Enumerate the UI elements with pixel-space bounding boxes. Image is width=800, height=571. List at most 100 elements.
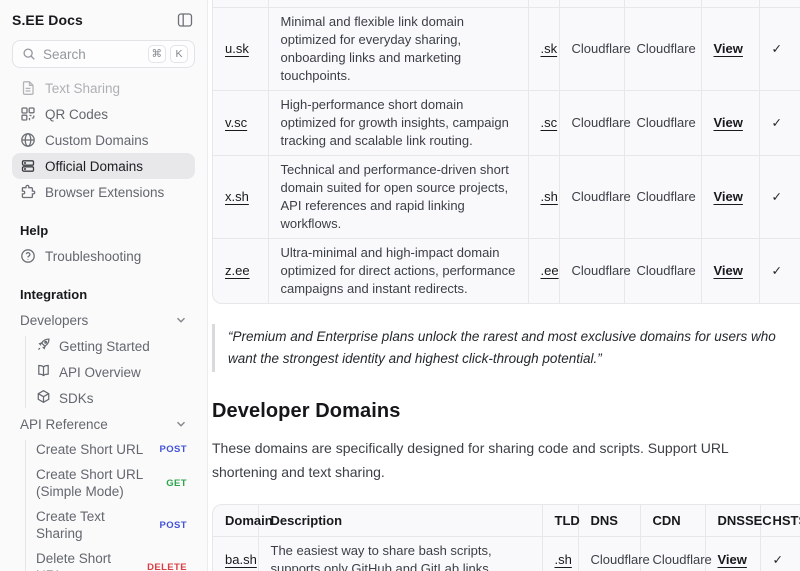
col-header-domain: Domain bbox=[213, 505, 258, 537]
tld-link[interactable]: .sc bbox=[541, 115, 558, 130]
sidebar-item-official-domains[interactable]: Official Domains bbox=[12, 153, 195, 179]
cdn-value: Cloudflare bbox=[624, 238, 701, 303]
sidebar-item-label: Text Sharing bbox=[45, 81, 120, 96]
sidebar-item-browser-extensions[interactable]: Browser Extensions bbox=[12, 179, 195, 205]
search-placeholder: Search bbox=[43, 47, 86, 62]
api-reference-group: Create Short URL POST Create Short URL (… bbox=[12, 437, 195, 571]
cdn-value: Cloudflare bbox=[624, 7, 701, 90]
domain-description: Minimal and flexible link domain optimiz… bbox=[268, 7, 528, 90]
method-badge: DELETE bbox=[147, 562, 187, 571]
section-help: Help bbox=[12, 220, 195, 240]
tld-link[interactable]: .sk bbox=[541, 41, 558, 56]
dns-value: Cloudflare bbox=[559, 238, 624, 303]
sidebar-item-delete-short-url[interactable]: Delete Short URL DELETE bbox=[28, 546, 195, 571]
hsts-check: ✓ bbox=[759, 90, 800, 155]
sidebar-item-label: API Overview bbox=[59, 364, 141, 381]
package-icon bbox=[36, 389, 51, 407]
search-input[interactable]: Search ⌘ K bbox=[12, 40, 195, 68]
domain-description: Technical and performance-driven short d… bbox=[268, 155, 528, 238]
table-header-row: Domain Description TLD DNS CDN DNSSEC HS… bbox=[213, 505, 800, 537]
domain-link[interactable]: u.sk bbox=[225, 41, 249, 56]
collapser-developers[interactable]: Developers bbox=[12, 307, 195, 333]
table-row: z.ee Ultra-minimal and high-impact domai… bbox=[213, 238, 800, 303]
sidebar-item-label: Official Domains bbox=[45, 159, 143, 174]
panel-toggle-icon bbox=[176, 11, 194, 29]
table-row: ba.sh The easiest way to share bash scri… bbox=[213, 537, 800, 571]
book-icon bbox=[36, 363, 51, 381]
sidebar-item-qr-codes[interactable]: QR Codes bbox=[12, 101, 195, 127]
col-header-dns: DNS bbox=[578, 505, 640, 537]
chevron-down-icon bbox=[175, 418, 187, 430]
search-shortcut: ⌘ K bbox=[148, 45, 189, 63]
hsts-check: ✓ bbox=[760, 537, 800, 571]
sidebar-item-getting-started[interactable]: Getting Started bbox=[28, 333, 195, 359]
dns-value: Cloudflare bbox=[559, 155, 624, 238]
sidebar-item-label: SDKs bbox=[59, 390, 94, 407]
sidebar-item-label: Create Text Sharing bbox=[36, 508, 146, 542]
dns-value: Cloudflare bbox=[578, 537, 640, 571]
tld-link[interactable]: .sh bbox=[541, 189, 558, 204]
sidebar-item-troubleshooting[interactable]: Troubleshooting bbox=[12, 243, 195, 269]
collapser-label: Developers bbox=[20, 313, 88, 328]
sidebar-toggle-button[interactable] bbox=[175, 10, 195, 30]
dnssec-view-link[interactable]: View bbox=[714, 189, 743, 204]
search-icon bbox=[22, 47, 36, 61]
domain-link[interactable]: z.ee bbox=[225, 263, 250, 278]
sidebar-item-label: Create Short URL bbox=[36, 441, 146, 458]
kbd-cmd: ⌘ bbox=[148, 45, 167, 63]
dnssec-view-link[interactable]: View bbox=[714, 41, 743, 56]
dnssec-view-link[interactable]: View bbox=[718, 552, 747, 567]
tld-link[interactable]: .ee bbox=[541, 263, 559, 278]
table-row: x.sh Technical and performance-driven sh… bbox=[213, 155, 800, 238]
method-badge: POST bbox=[160, 520, 187, 531]
kbd-k: K bbox=[170, 45, 188, 63]
domain-link[interactable]: ba.sh bbox=[225, 552, 257, 567]
table-row: v.sc High-performance short domain optim… bbox=[213, 90, 800, 155]
chevron-down-icon bbox=[175, 314, 187, 326]
domain-description: Ultra-minimal and high-impact domain opt… bbox=[268, 238, 528, 303]
cdn-value: Cloudflare bbox=[624, 90, 701, 155]
collapser-label: API Reference bbox=[20, 417, 108, 432]
tld-link[interactable]: .sh bbox=[555, 552, 572, 567]
method-badge: GET bbox=[166, 478, 187, 489]
table-row: u.sk Minimal and flexible link domain op… bbox=[213, 7, 800, 90]
sidebar-item-text-sharing[interactable]: Text Sharing bbox=[12, 75, 195, 101]
help-circle-icon bbox=[20, 248, 36, 264]
server-stack-icon bbox=[20, 158, 36, 174]
col-header-description: Description bbox=[258, 505, 542, 537]
dnssec-view-link[interactable]: View bbox=[714, 263, 743, 278]
sidebar-item-create-text-sharing[interactable]: Create Text Sharing POST bbox=[28, 504, 195, 546]
hsts-check: ✓ bbox=[759, 238, 800, 303]
dnssec-view-link[interactable]: View bbox=[714, 115, 743, 130]
sidebar-header: S.EE Docs bbox=[12, 9, 195, 31]
section-integration: Integration bbox=[12, 284, 195, 304]
puzzle-icon bbox=[20, 184, 36, 200]
sidebar-item-sdks[interactable]: SDKs bbox=[28, 385, 195, 411]
dns-value: Cloudflare bbox=[559, 7, 624, 90]
hsts-check: ✓ bbox=[759, 155, 800, 238]
domain-link[interactable]: x.sh bbox=[225, 189, 249, 204]
developer-domains-heading: Developer Domains bbox=[212, 400, 800, 423]
sidebar-item-create-short-url[interactable]: Create Short URL POST bbox=[28, 437, 195, 462]
file-icon bbox=[20, 80, 36, 96]
domain-link[interactable]: v.sc bbox=[225, 115, 247, 130]
sidebar-item-label: Getting Started bbox=[59, 338, 150, 355]
sidebar-item-custom-domains[interactable]: Custom Domains bbox=[12, 127, 195, 153]
sidebar: S.EE Docs Search ⌘ K Text Sharing QR Cod… bbox=[0, 0, 208, 571]
table-row-clipped bbox=[213, 0, 800, 7]
sidebar-item-label: QR Codes bbox=[45, 107, 108, 122]
dns-value: Cloudflare bbox=[559, 90, 624, 155]
app-title: S.EE Docs bbox=[12, 12, 83, 28]
sidebar-item-label: Delete Short URL bbox=[36, 550, 133, 571]
qr-code-icon bbox=[20, 106, 36, 122]
rocket-icon bbox=[36, 337, 51, 355]
col-header-tld: TLD bbox=[542, 505, 578, 537]
method-badge: POST bbox=[160, 444, 187, 455]
hsts-check: ✓ bbox=[759, 7, 800, 90]
sidebar-nav: Text Sharing QR Codes Custom Domains Off… bbox=[12, 75, 195, 205]
developer-domains-intro: These domains are specifically designed … bbox=[212, 436, 778, 484]
sidebar-item-create-short-url-simple[interactable]: Create Short URL (Simple Mode) GET bbox=[28, 462, 195, 504]
sidebar-item-api-overview[interactable]: API Overview bbox=[28, 359, 195, 385]
collapser-api-reference[interactable]: API Reference bbox=[12, 411, 195, 437]
domain-description: The easiest way to share bash scripts, s… bbox=[258, 537, 542, 571]
